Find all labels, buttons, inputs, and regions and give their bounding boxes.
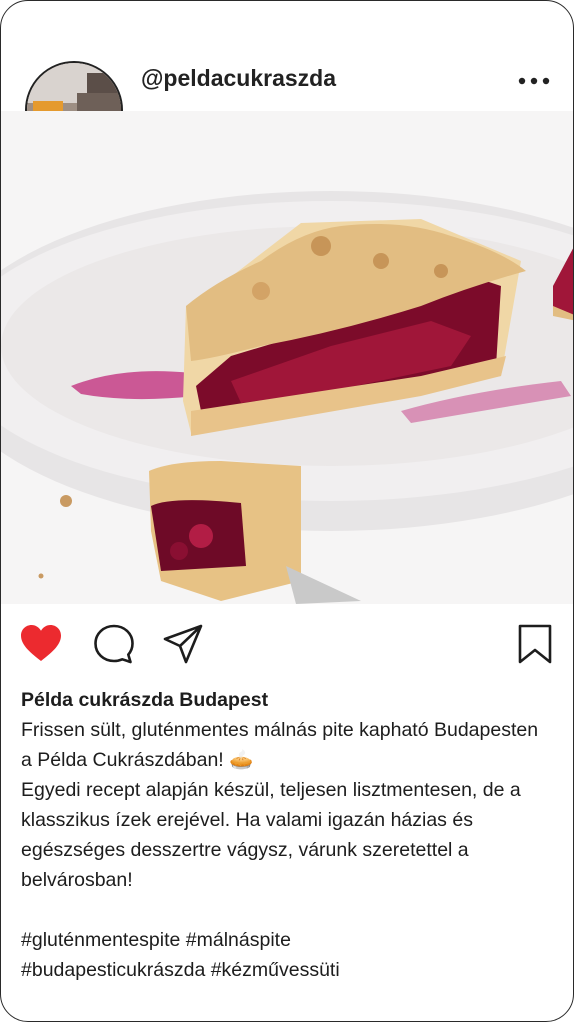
post-card: @peldacukraszda Példa cukrászda Budapest…: [0, 0, 574, 1022]
caption-text: Frissen sült, gluténmentes málnás pite k…: [21, 719, 539, 891]
comment-icon[interactable]: [92, 622, 136, 666]
action-bar: [1, 606, 573, 678]
post-image[interactable]: [1, 111, 573, 604]
more-options-icon[interactable]: [517, 73, 551, 89]
caption-title[interactable]: Példa cukrászda Budapest: [21, 685, 549, 715]
username[interactable]: @peldacukraszda: [141, 65, 336, 92]
post-caption: Példa cukrászda Budapest Frissen sült, g…: [21, 685, 549, 985]
hashtags[interactable]: #gluténmentespite #málnáspite #budapesti…: [21, 925, 549, 985]
share-icon[interactable]: [161, 622, 205, 666]
bookmark-icon[interactable]: [513, 622, 557, 666]
heart-icon[interactable]: [19, 622, 63, 666]
